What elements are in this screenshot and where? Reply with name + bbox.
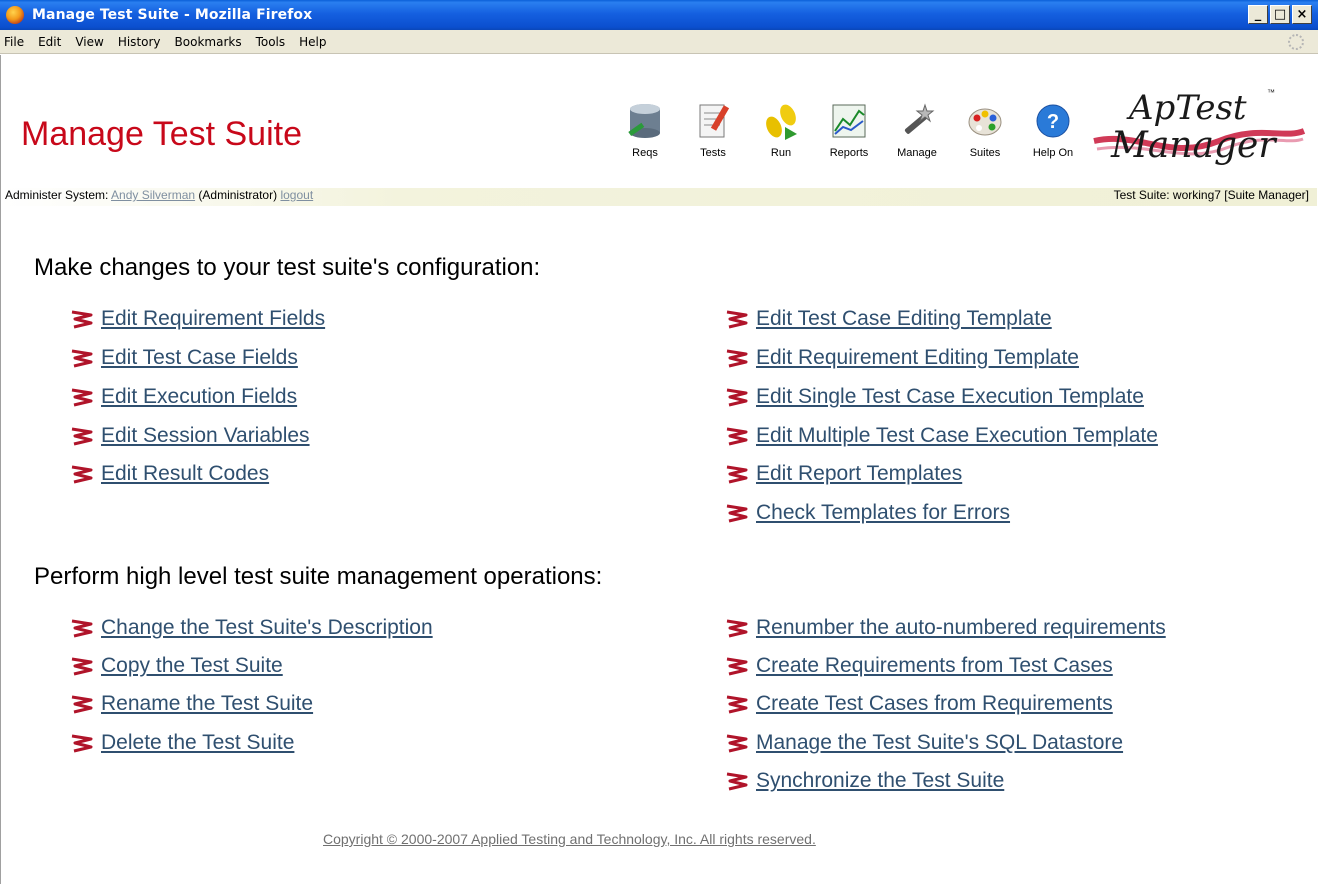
management-heading: Perform high level test suite management… [34, 563, 603, 590]
link-manage-sql-datastore[interactable]: Manage the Test Suite's SQL Datastore [724, 731, 1123, 755]
admin-bar: Administer System: Andy Silverman (Admin… [1, 188, 1317, 206]
firefox-icon [6, 6, 24, 24]
toolbar-reqs[interactable]: Reqs [611, 101, 679, 159]
toolbar-reports[interactable]: Reports [815, 101, 883, 159]
toolbar-manage-label: Manage [897, 147, 937, 159]
link-create-requirements[interactable]: Create Requirements from Test Cases [724, 654, 1113, 678]
page-title: Manage Test Suite [21, 115, 302, 153]
palette-icon [968, 108, 1002, 136]
squiggle-bullet-icon [726, 388, 748, 407]
user-link[interactable]: Andy Silverman [111, 188, 195, 202]
squiggle-bullet-icon [726, 349, 748, 368]
link-edit-multiple-execution-template[interactable]: Edit Multiple Test Case Execution Templa… [724, 424, 1158, 448]
menu-bar: File Edit View History Bookmarks Tools H… [0, 30, 1318, 54]
squiggle-bullet-icon [71, 388, 93, 407]
link-copy-suite[interactable]: Copy the Test Suite [69, 654, 283, 678]
link-change-description[interactable]: Change the Test Suite's Description [69, 616, 433, 640]
squiggle-bullet-icon [71, 349, 93, 368]
magic-wand-icon [904, 103, 935, 134]
chart-icon [832, 104, 866, 138]
toolbar-reqs-label: Reqs [632, 147, 658, 159]
link-edit-requirement-editing-template[interactable]: Edit Requirement Editing Template [724, 346, 1079, 370]
link-edit-report-templates[interactable]: Edit Report Templates [724, 462, 962, 486]
link-edit-result-codes[interactable]: Edit Result Codes [69, 462, 269, 486]
page-content: Manage Test Suite Reqs Tests Run Reports… [0, 55, 1318, 884]
squiggle-bullet-icon [726, 310, 748, 329]
link-edit-requirement-fields[interactable]: Edit Requirement Fields [69, 307, 325, 331]
menu-help[interactable]: Help [299, 35, 326, 49]
link-check-templates[interactable]: Check Templates for Errors [724, 501, 1010, 525]
toolbar-tests-label: Tests [700, 147, 726, 159]
squiggle-bullet-icon [71, 427, 93, 446]
link-edit-session-variables[interactable]: Edit Session Variables [69, 424, 310, 448]
link-create-test-cases[interactable]: Create Test Cases from Requirements [724, 692, 1113, 716]
svg-text:?: ? [1047, 111, 1059, 133]
toolbar-tests[interactable]: Tests [679, 101, 747, 159]
squiggle-bullet-icon [726, 657, 748, 676]
squiggle-bullet-icon [726, 695, 748, 714]
database-icon [628, 104, 660, 138]
toolbar-run-label: Run [770, 147, 792, 159]
logout-link[interactable]: logout [280, 188, 313, 202]
svg-text:™: ™ [1267, 88, 1275, 97]
link-edit-single-execution-template[interactable]: Edit Single Test Case Execution Template [724, 385, 1144, 409]
toolbar-run[interactable]: Run [747, 101, 815, 159]
link-edit-test-case-fields[interactable]: Edit Test Case Fields [69, 346, 298, 370]
maximize-button[interactable]: □ [1270, 5, 1290, 24]
squiggle-bullet-icon [71, 657, 93, 676]
minimize-button[interactable]: _ [1248, 5, 1268, 24]
copyright-link[interactable]: Copyright © 2000-2007 Applied Testing an… [323, 831, 816, 847]
aptest-logo: ApTest ™ Manager [1093, 88, 1306, 166]
squiggle-bullet-icon [726, 427, 748, 446]
link-edit-test-case-editing-template[interactable]: Edit Test Case Editing Template [724, 307, 1052, 331]
squiggle-bullet-icon [726, 504, 748, 523]
menu-bookmarks[interactable]: Bookmarks [175, 35, 242, 49]
link-delete-suite[interactable]: Delete the Test Suite [69, 731, 294, 755]
toolbar-suites[interactable]: Suites [951, 101, 1019, 159]
squiggle-bullet-icon [726, 619, 748, 638]
admin-prefix: Administer System: [5, 188, 109, 202]
menu-view[interactable]: View [75, 35, 103, 49]
menu-file[interactable]: File [4, 35, 24, 49]
toolbar-help[interactable]: ? Help On [1019, 101, 1087, 159]
toolbar-reports-label: Reports [829, 147, 869, 159]
link-synchronize-suite[interactable]: Synchronize the Test Suite [724, 769, 1004, 793]
toolbar-help-label: Help On [1032, 147, 1074, 159]
help-icon: ? [1036, 104, 1070, 138]
svg-text:ApTest: ApTest [1126, 88, 1247, 128]
squiggle-bullet-icon [71, 695, 93, 714]
throbber-icon [1288, 34, 1304, 50]
link-edit-execution-fields[interactable]: Edit Execution Fields [69, 385, 297, 409]
menu-tools[interactable]: Tools [256, 35, 286, 49]
squiggle-bullet-icon [726, 734, 748, 753]
toolbar-suites-label: Suites [969, 147, 1001, 159]
app-toolbar: Reqs Tests Run Reports Manage Suites ? H… [611, 101, 1087, 159]
user-role: (Administrator) [198, 188, 278, 202]
link-renumber-requirements[interactable]: Renumber the auto-numbered requirements [724, 616, 1166, 640]
toolbar-manage[interactable]: Manage [883, 101, 951, 159]
window-title: Manage Test Suite - Mozilla Firefox [32, 7, 313, 23]
squiggle-bullet-icon [71, 465, 93, 484]
suite-info: Test Suite: working7 [Suite Manager] [1113, 188, 1309, 202]
squiggle-bullet-icon [71, 310, 93, 329]
window-titlebar: Manage Test Suite - Mozilla Firefox _ □ … [0, 0, 1318, 30]
squiggle-bullet-icon [726, 772, 748, 791]
menu-history[interactable]: History [118, 35, 161, 49]
squiggle-bullet-icon [726, 465, 748, 484]
squiggle-bullet-icon [71, 619, 93, 638]
svg-text:Manager: Manager [1110, 125, 1277, 166]
menu-edit[interactable]: Edit [38, 35, 61, 49]
link-rename-suite[interactable]: Rename the Test Suite [69, 692, 313, 716]
footprints-icon [766, 104, 797, 140]
close-button[interactable]: × [1292, 5, 1312, 24]
config-heading: Make changes to your test suite's config… [34, 254, 541, 281]
squiggle-bullet-icon [71, 734, 93, 753]
notepad-icon [699, 104, 730, 138]
